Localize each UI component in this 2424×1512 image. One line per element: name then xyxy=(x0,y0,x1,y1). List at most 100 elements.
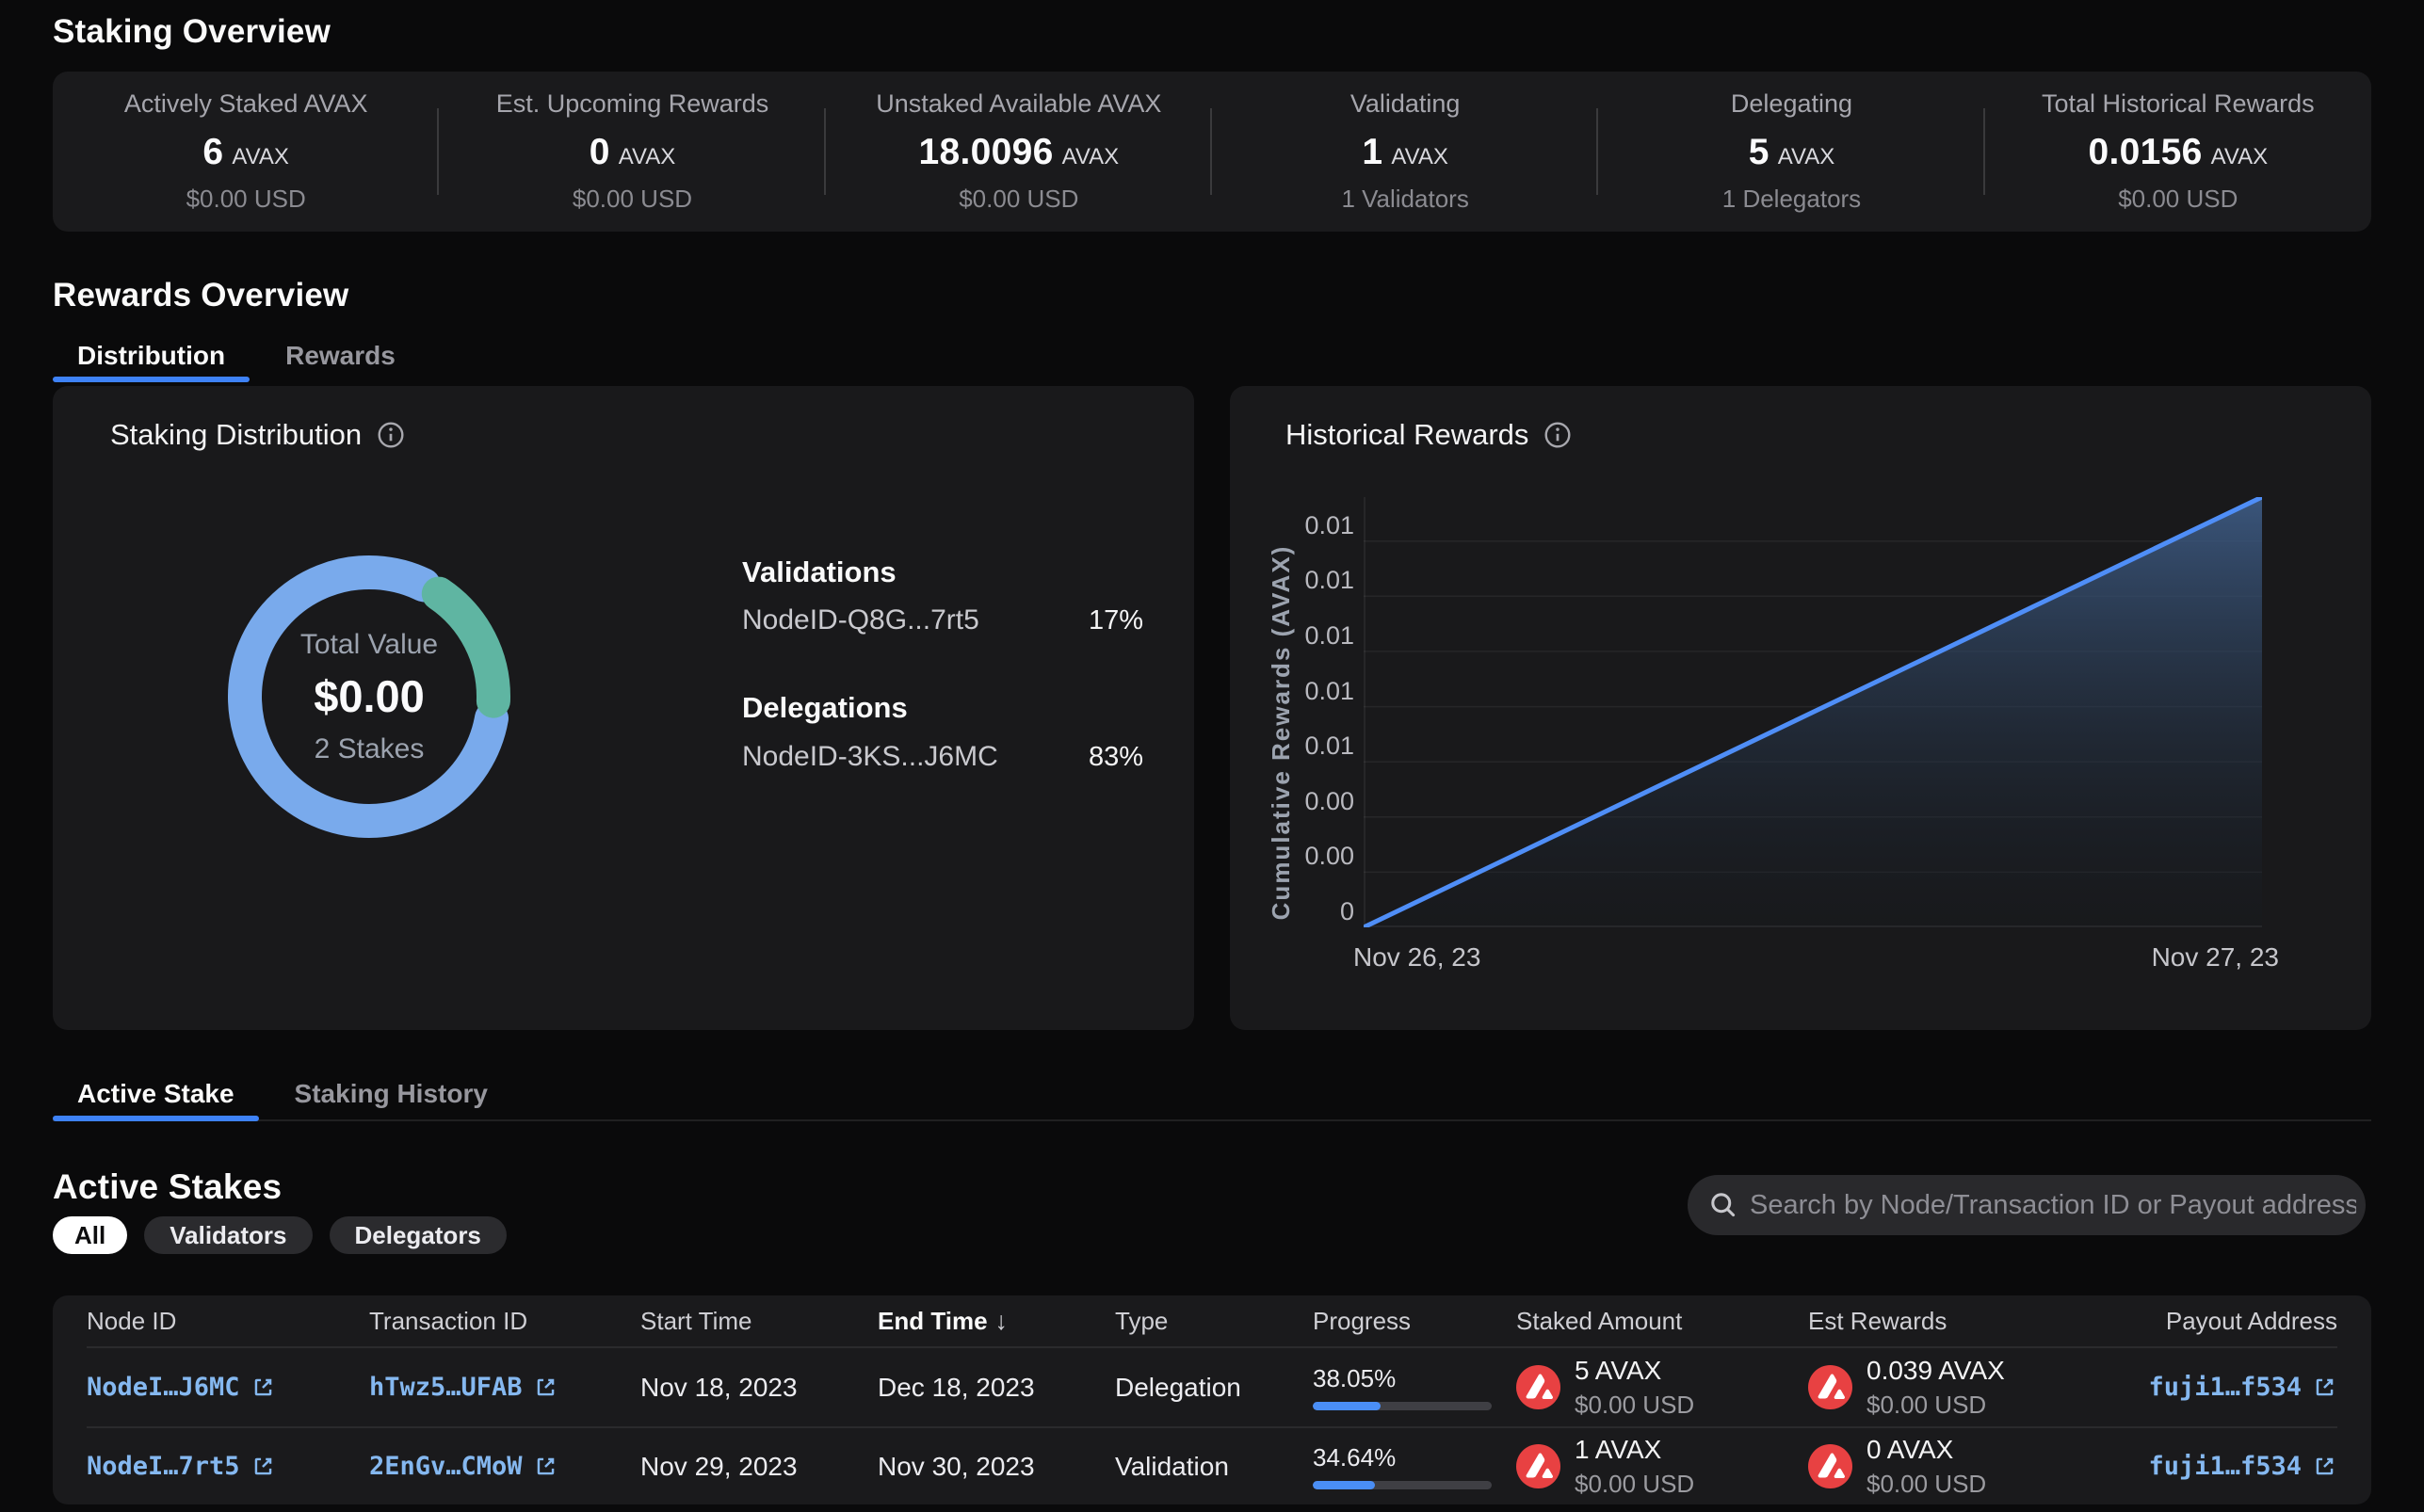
tab-rewards[interactable]: Rewards xyxy=(261,341,420,382)
y-tick: 0.01 xyxy=(1279,621,1354,651)
stake-search xyxy=(1688,1175,2366,1235)
avax-logo-icon xyxy=(1808,1365,1852,1409)
search-input[interactable] xyxy=(1750,1190,2356,1221)
stat-validating: Validating 1AVAX 1 Validators xyxy=(1212,72,1598,232)
stat-label: Delegating xyxy=(1731,89,1852,119)
stake-type: Validation xyxy=(1115,1452,1313,1482)
progress-percent: 38.05% xyxy=(1313,1364,1516,1393)
stat-upcoming-rewards: Est. Upcoming Rewards 0AVAX $0.00 USD xyxy=(439,72,825,232)
progress-cell: 38.05% xyxy=(1313,1364,1516,1410)
x-axis-end-label: Nov 27, 23 xyxy=(2152,942,2279,973)
y-tick: 0.01 xyxy=(1279,677,1354,706)
stat-total-historical-rewards: Total Historical Rewards 0.0156AVAX $0.0… xyxy=(1985,72,2371,232)
stat-unit: AVAX xyxy=(619,144,675,170)
est-rewards-usd: $0.00 USD xyxy=(1866,1391,2005,1420)
transaction-id-link[interactable]: 2EnGv…CMoW xyxy=(369,1452,640,1481)
stat-unit: AVAX xyxy=(2211,144,2268,170)
y-tick: 0.01 xyxy=(1279,732,1354,761)
tab-distribution[interactable]: Distribution xyxy=(53,341,250,382)
stat-value: 5 xyxy=(1749,132,1770,173)
payout-address-link[interactable]: fuji1…f534 xyxy=(2148,1452,2337,1481)
table-header-row: Node ID Transaction ID Start Time End Ti… xyxy=(87,1295,2337,1348)
sort-desc-arrow-icon: ↓ xyxy=(995,1307,1009,1336)
stakes-count: 2 Stakes xyxy=(315,733,425,765)
historical-rewards-card: Cumulative Rewards (AVAX) 0.01 0.01 0.01… xyxy=(1230,386,2371,1030)
stat-unit: AVAX xyxy=(1062,144,1119,170)
node-id-link[interactable]: NodeI…7rt5 xyxy=(87,1452,369,1481)
avax-logo-icon xyxy=(1516,1444,1560,1488)
stat-label: Unstaked Available AVAX xyxy=(876,89,1161,119)
col-start-time: Start Time xyxy=(640,1307,878,1336)
active-stakes-title: Active Stakes xyxy=(53,1167,282,1207)
external-link-icon[interactable] xyxy=(533,1375,558,1400)
external-link-icon[interactable] xyxy=(2312,1375,2337,1400)
info-icon[interactable] xyxy=(1543,421,1572,449)
total-value-amount: $0.00 xyxy=(314,670,425,722)
table-row: NodeI…J6MC hTwz5…UFAB Nov 18, 2023 Dec 1… xyxy=(87,1348,2337,1426)
filter-delegators[interactable]: Delegators xyxy=(330,1216,507,1254)
historical-rewards-title: Historical Rewards xyxy=(1285,418,1528,452)
external-link-icon[interactable] xyxy=(533,1454,558,1479)
stake-filters: All Validators Delegators xyxy=(53,1216,507,1254)
y-tick: 0.00 xyxy=(1279,787,1354,816)
external-link-icon[interactable] xyxy=(250,1454,276,1479)
search-icon xyxy=(1708,1190,1738,1220)
col-node-id: Node ID xyxy=(87,1307,369,1336)
est-rewards-usd: $0.00 USD xyxy=(1866,1470,1986,1499)
stat-delegating: Delegating 5AVAX 1 Delegators xyxy=(1598,72,1984,232)
stat-unit: AVAX xyxy=(232,144,288,170)
external-link-icon[interactable] xyxy=(250,1375,276,1400)
staking-overview-title: Staking Overview xyxy=(53,13,331,51)
col-staked-amount: Staked Amount xyxy=(1516,1307,1808,1336)
validations-heading: Validations xyxy=(742,555,897,589)
avax-logo-icon xyxy=(1516,1365,1560,1409)
col-end-time-sort[interactable]: End Time↓ xyxy=(878,1307,1115,1336)
avax-logo-icon xyxy=(1808,1444,1852,1488)
donut-center-summary: Total Value $0.00 2 Stakes xyxy=(200,527,539,866)
est-rewards-avax: 0.039 AVAX xyxy=(1866,1356,2005,1386)
external-link-icon[interactable] xyxy=(2312,1454,2337,1479)
validations-legend-item: NodeID-Q8G...7rt5 17% xyxy=(742,604,1143,636)
stat-value: 0.0156 xyxy=(2089,132,2203,173)
est-rewards-cell: 0 AVAX$0.00 USD xyxy=(1808,1435,2140,1499)
staked-amount-cell: 1 AVAX$0.00 USD xyxy=(1516,1435,1808,1499)
node-id-link[interactable]: NodeI…J6MC xyxy=(87,1373,369,1402)
staking-overview-stats-bar: Actively Staked AVAX 6AVAX $0.00 USD Est… xyxy=(53,72,2371,232)
tab-staking-history[interactable]: Staking History xyxy=(270,1079,512,1121)
stat-unit: AVAX xyxy=(1391,144,1447,170)
staking-dashboard: Staking Overview Actively Staked AVAX 6A… xyxy=(0,0,2424,1512)
stat-label: Validating xyxy=(1350,89,1461,119)
staked-amount-cell: 5 AVAX $0.00 USD xyxy=(1516,1356,1808,1420)
stat-sub: 1 Validators xyxy=(1341,185,1468,214)
est-rewards-cell: 0.039 AVAX $0.00 USD xyxy=(1808,1356,2140,1420)
staked-avax: 5 AVAX xyxy=(1575,1356,1694,1386)
col-transaction-id: Transaction ID xyxy=(369,1307,640,1336)
transaction-id-link[interactable]: hTwz5…UFAB xyxy=(369,1373,640,1402)
payout-address-link[interactable]: fuji1…f534 xyxy=(2148,1373,2337,1402)
delegation-percent: 83% xyxy=(1089,742,1143,773)
start-time: Nov 18, 2023 xyxy=(640,1373,878,1403)
stat-unit: AVAX xyxy=(1778,144,1834,170)
filter-all[interactable]: All xyxy=(53,1216,127,1254)
end-time: Nov 30, 2023 xyxy=(878,1452,1115,1482)
stake-section-tabs: Active Stake Staking History xyxy=(53,1079,2371,1121)
start-time: Nov 29, 2023 xyxy=(640,1452,878,1482)
staking-distribution-card: Total Value $0.00 2 Stakes Validations N… xyxy=(53,386,1194,1030)
col-payout-address: Payout Address xyxy=(2166,1307,2337,1336)
rewards-overview-tabs: Distribution Rewards xyxy=(53,341,420,382)
active-stakes-table: Node ID Transaction ID Start Time End Ti… xyxy=(53,1295,2371,1504)
filter-validators[interactable]: Validators xyxy=(144,1216,312,1254)
delegation-node-id: NodeID-3KS...J6MC xyxy=(742,741,998,773)
col-progress: Progress xyxy=(1313,1307,1516,1336)
tab-active-stake[interactable]: Active Stake xyxy=(53,1079,259,1121)
validation-percent: 17% xyxy=(1089,605,1143,636)
staking-distribution-donut-chart: Total Value $0.00 2 Stakes xyxy=(200,527,539,866)
info-icon[interactable] xyxy=(377,421,405,449)
y-tick: 0 xyxy=(1279,897,1354,926)
col-est-rewards: Est Rewards xyxy=(1808,1307,2140,1336)
x-axis-start-label: Nov 26, 23 xyxy=(1353,942,1480,973)
stat-sub: $0.00 USD xyxy=(2118,185,2238,214)
stat-actively-staked: Actively Staked AVAX 6AVAX $0.00 USD xyxy=(53,72,439,232)
col-type: Type xyxy=(1115,1307,1313,1336)
staked-usd: $0.00 USD xyxy=(1575,1391,1694,1420)
